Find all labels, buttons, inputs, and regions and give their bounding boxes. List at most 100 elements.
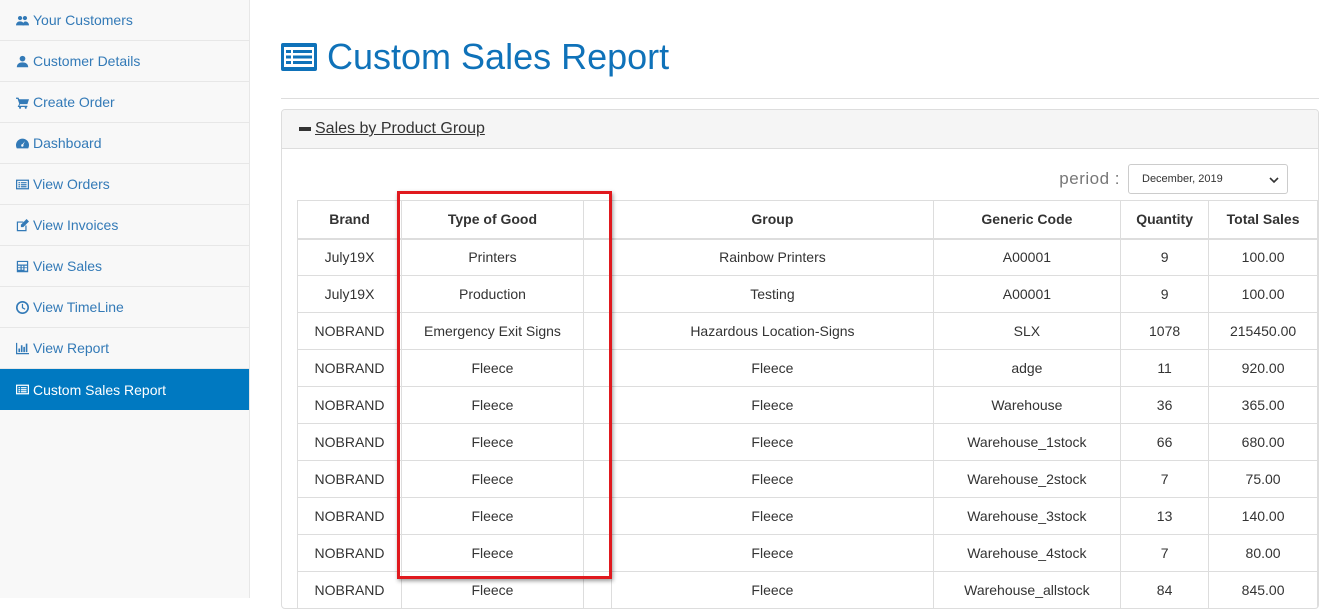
cell-brand: NOBRAND <box>296 312 403 350</box>
users-icon <box>15 13 29 27</box>
table-header-row: Brand Type of Good Group Generic Code Qu… <box>296 200 1318 240</box>
cell-quantity: 13 <box>1120 497 1210 535</box>
period-select-value: December, 2019 <box>1142 173 1223 185</box>
cell-total-sales: 75.00 <box>1208 460 1318 498</box>
table-row: NOBRAND Fleece Fleece Warehouse_4stock 7 80.0… <box>296 534 1318 572</box>
cell-generic-code: Warehouse_4stock <box>932 534 1122 572</box>
cell-blank <box>582 423 613 461</box>
sidebar-item-label: View Invoices <box>33 217 119 233</box>
col-header-type-of-good[interactable]: Type of Good <box>401 200 584 240</box>
col-header-quantity[interactable]: Quantity <box>1120 200 1210 240</box>
col-header-generic-code[interactable]: Generic Code <box>932 200 1122 240</box>
cell-generic-code: SLX <box>932 312 1122 350</box>
cell-group: Rainbow Printers <box>611 238 934 276</box>
cell-quantity: 84 <box>1120 571 1210 608</box>
cell-total-sales: 140.00 <box>1208 497 1318 535</box>
cell-total-sales: 215450.00 <box>1208 312 1318 350</box>
list-alt-icon <box>281 43 317 71</box>
clock-icon <box>15 300 29 314</box>
cell-total-sales: 80.00 <box>1208 534 1318 572</box>
cell-type-of-good: Fleece <box>401 534 584 572</box>
dashboard-icon <box>15 136 29 150</box>
sidebar-item-label: Customer Details <box>33 53 141 69</box>
cell-brand: NOBRAND <box>296 571 403 608</box>
cell-brand: NOBRAND <box>296 497 403 535</box>
sidebar-item-your-customers[interactable]: Your Customers <box>0 0 249 41</box>
cell-blank <box>582 349 613 387</box>
col-header-blank <box>582 200 613 240</box>
sidebar-item-view-invoices[interactable]: View Invoices <box>0 205 249 246</box>
page-title: Custom Sales Report <box>327 36 670 77</box>
cell-quantity: 9 <box>1120 275 1210 313</box>
table-row: July19X Printers Rainbow Printers A00001 9 10… <box>296 238 1318 276</box>
divider <box>281 98 1319 99</box>
sidebar-item-label: Create Order <box>33 94 115 110</box>
cell-blank <box>582 534 613 572</box>
col-header-brand[interactable]: Brand <box>296 200 403 240</box>
sidebar: Your Customers Customer Details Create O… <box>0 0 250 598</box>
sidebar-item-dashboard[interactable]: Dashboard <box>0 123 249 164</box>
cell-blank <box>582 386 613 424</box>
cell-group: Fleece <box>611 423 934 461</box>
period-filter: period : December, 2019 <box>1059 164 1288 194</box>
col-header-group[interactable]: Group <box>611 200 934 240</box>
cell-quantity: 9 <box>1120 238 1210 276</box>
cell-generic-code: A00001 <box>932 238 1122 276</box>
cell-type-of-good: Production <box>401 275 584 313</box>
sidebar-item-label: Your Customers <box>33 12 133 28</box>
sidebar-item-view-orders[interactable]: View Orders <box>0 164 249 205</box>
cell-blank <box>582 312 613 350</box>
cell-total-sales: 100.00 <box>1208 275 1318 313</box>
panel-title-link[interactable]: Sales by Product Group <box>315 120 485 138</box>
cell-group: Testing <box>611 275 934 313</box>
cell-quantity: 36 <box>1120 386 1210 424</box>
cell-brand: NOBRAND <box>296 349 403 387</box>
panel-heading[interactable]: Sales by Product Group <box>282 110 1318 149</box>
cell-quantity: 7 <box>1120 460 1210 498</box>
cell-generic-code: Warehouse_3stock <box>932 497 1122 535</box>
cell-blank <box>582 275 613 313</box>
sidebar-item-view-sales[interactable]: View Sales <box>0 246 249 287</box>
table-row: NOBRAND Fleece Fleece Warehouse_1stock 66 680… <box>296 423 1318 461</box>
cell-group: Hazardous Location-Signs <box>611 312 934 350</box>
calculator-icon <box>15 259 29 273</box>
sales-table: Brand Type of Good Group Generic Code Qu… <box>296 200 1318 608</box>
cell-brand: NOBRAND <box>296 386 403 424</box>
cell-total-sales: 365.00 <box>1208 386 1318 424</box>
cell-brand: July19X <box>296 238 403 276</box>
list-alt-icon <box>15 177 29 191</box>
chevron-down-icon <box>1269 177 1279 184</box>
sidebar-item-label: View Orders <box>33 176 110 192</box>
cell-group: Fleece <box>611 349 934 387</box>
cell-blank <box>582 238 613 276</box>
shopping-cart-icon <box>15 95 29 109</box>
sidebar-item-create-order[interactable]: Create Order <box>0 82 249 123</box>
cell-generic-code: Warehouse_1stock <box>932 423 1122 461</box>
cell-type-of-good: Fleece <box>401 349 584 387</box>
table-row: NOBRAND Fleece Fleece Warehouse_2stock 7 75.0… <box>296 460 1318 498</box>
cell-type-of-good: Fleece <box>401 497 584 535</box>
sidebar-item-view-report[interactable]: View Report <box>0 328 249 369</box>
cell-group: Fleece <box>611 534 934 572</box>
col-header-total-sales[interactable]: Total Sales <box>1208 200 1318 240</box>
cell-generic-code: adge <box>932 349 1122 387</box>
minus-icon[interactable] <box>299 127 311 131</box>
cell-generic-code: A00001 <box>932 275 1122 313</box>
list-alt-icon <box>15 383 29 397</box>
period-label: period : <box>1059 169 1120 188</box>
sidebar-item-custom-sales-report[interactable]: Custom Sales Report <box>0 369 249 410</box>
period-select[interactable]: December, 2019 <box>1128 164 1288 194</box>
cell-type-of-good: Fleece <box>401 423 584 461</box>
table-row: NOBRAND Fleece Fleece Warehouse 36 365.00 <box>296 386 1318 424</box>
sidebar-item-view-timeline[interactable]: View TimeLine <box>0 287 249 328</box>
cell-generic-code: Warehouse_2stock <box>932 460 1122 498</box>
cell-blank <box>582 497 613 535</box>
cell-type-of-good: Fleece <box>401 386 584 424</box>
cell-brand: NOBRAND <box>296 423 403 461</box>
table-row: NOBRAND Fleece Fleece Warehouse_allstock 84 8… <box>296 571 1318 608</box>
cell-total-sales: 680.00 <box>1208 423 1318 461</box>
sidebar-item-label: Custom Sales Report <box>33 381 167 398</box>
table-row: NOBRAND Emergency Exit Signs Hazardous Loc… <box>296 312 1318 350</box>
sidebar-item-customer-details[interactable]: Customer Details <box>0 41 249 82</box>
cell-type-of-good: Fleece <box>401 460 584 498</box>
